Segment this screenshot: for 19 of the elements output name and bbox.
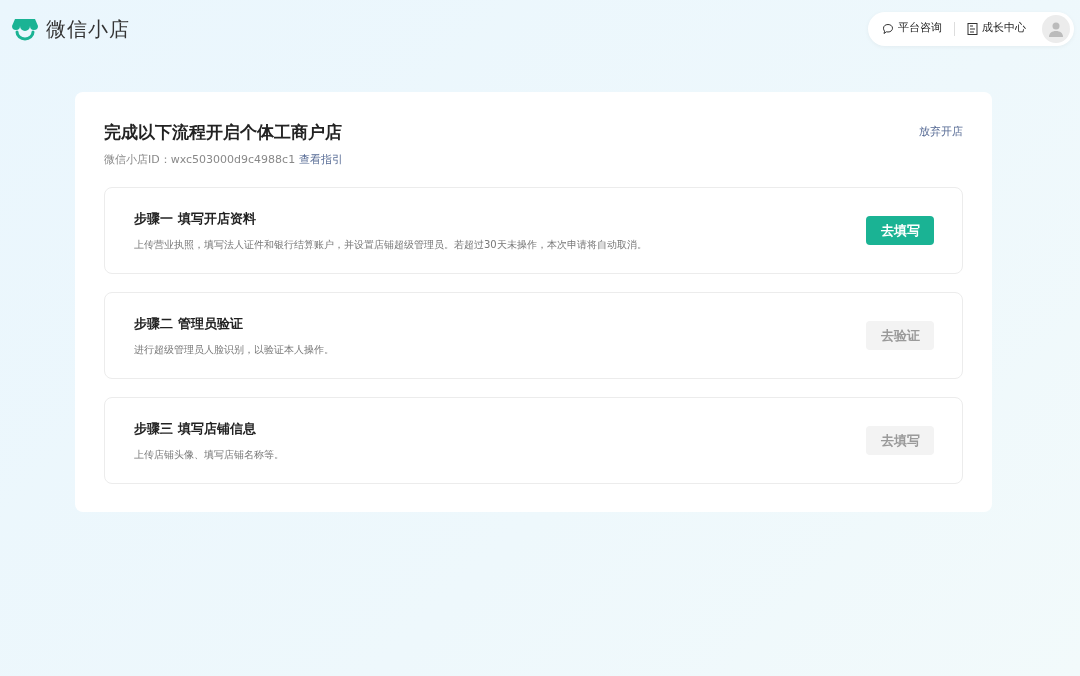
shop-id-label: 微信小店ID： [104, 152, 171, 169]
brand-name: 微信小店 [46, 15, 130, 43]
consult-link[interactable]: 平台咨询 [882, 20, 942, 37]
avatar[interactable] [1042, 14, 1070, 43]
step-description: 上传营业执照，填写法人证件和银行结算账户，并设置店铺超级管理员。若超过30天未操作，本次申请将自动取消。 [134, 237, 647, 252]
abandon-link[interactable]: 放弃开店 [919, 123, 963, 141]
page-title: 完成以下流程开启个体工商户店 [104, 122, 342, 143]
document-icon [967, 22, 978, 35]
growth-center-link[interactable]: 成长中心 [967, 20, 1026, 37]
shop-id: wxc503000d9c4988c1 [170, 152, 296, 169]
step-description: 进行超级管理员人脸识别，以验证本人操作。 [134, 342, 334, 357]
guide-link[interactable]: 查看指引 [299, 152, 344, 169]
step-title: 步骤二 管理员验证 [134, 315, 244, 334]
user-icon [1048, 20, 1064, 37]
logo-icon [12, 16, 38, 41]
step-title: 步骤一 填写开店资料 [134, 210, 257, 229]
chat-bubble-icon [882, 22, 894, 35]
step-description: 上传店铺头像、填写店铺名称等。 [134, 447, 284, 462]
step-title: 步骤三 填写店铺信息 [134, 420, 257, 439]
